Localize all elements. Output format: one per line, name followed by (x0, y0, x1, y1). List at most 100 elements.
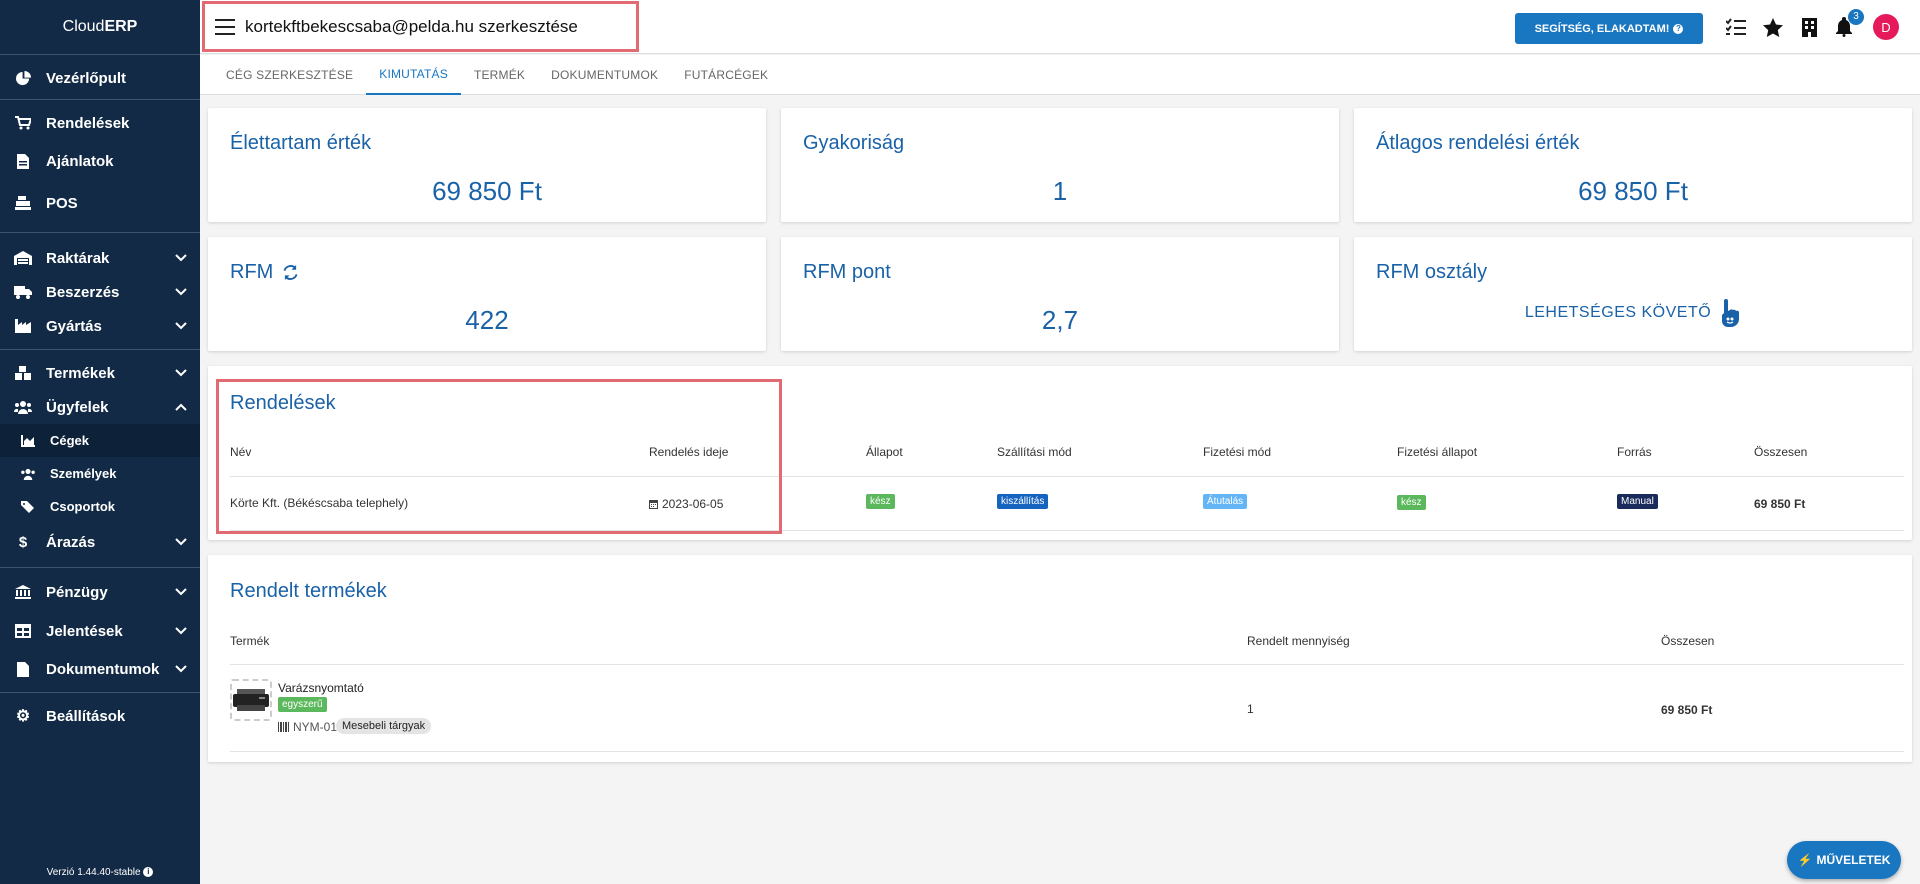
product-quantity: 1 (1247, 702, 1254, 716)
sidebar-item-settings[interactable]: ⚙ Beállítások (0, 699, 200, 733)
topbar: kortekftbekescsaba@pelda.hu szerkesztése… (200, 0, 1920, 54)
sidebar-item-reports[interactable]: Jelentések (0, 610, 200, 652)
info-icon[interactable]: i (143, 867, 154, 878)
chevron-down-icon (174, 319, 188, 333)
stat-card-lifetime-value: Élettartam érték 69 850 Ft (208, 108, 766, 222)
tags-icon (20, 500, 36, 514)
stat-card-average-order-value: Átlagos rendelési érték 69 850 Ft (1354, 108, 1912, 222)
chevron-down-icon (174, 624, 188, 638)
sidebar-item-documents[interactable]: Dokumentumok (0, 652, 200, 686)
sidebar-subitem-groups[interactable]: Csoportok (0, 490, 200, 523)
stat-card-rfm-score: RFM pont 2,7 (781, 237, 1339, 351)
stat-title: Gyakoriság (803, 132, 905, 154)
sidebar-item-dashboard[interactable]: Vezérlőpult (0, 61, 200, 95)
column-header[interactable]: Rendelt mennyiség (1247, 634, 1350, 648)
task-list-icon[interactable] (1725, 16, 1747, 38)
cash-register-icon (14, 195, 32, 211)
chevron-down-icon (174, 662, 188, 676)
sidebar-item-label: POS (46, 194, 78, 212)
sidebar-item-customers[interactable]: Ügyfelek (0, 390, 200, 424)
product-thumbnail[interactable] (230, 679, 272, 721)
column-header[interactable]: Szállítási mód (997, 445, 1072, 459)
sidebar-item-label: Beszerzés (46, 283, 120, 301)
tab-report[interactable]: KIMUTATÁS (366, 55, 461, 95)
shipping-badge: kiszállítás (997, 494, 1049, 509)
cart-icon (14, 115, 32, 131)
sidebar-item-finance[interactable]: Pénzügy (0, 574, 200, 610)
column-header[interactable]: Állapot (866, 445, 903, 459)
stat-title: Átlagos rendelési érték (1376, 132, 1580, 154)
question-icon: ? (1673, 23, 1684, 34)
stat-title: Élettartam érték (230, 132, 372, 154)
tab-couriers[interactable]: FUTÁRCÉGEK (671, 55, 781, 95)
column-header[interactable]: Összesen (1661, 634, 1714, 648)
brand-light: Cloud (62, 18, 105, 35)
sidebar-item-purchasing[interactable]: Beszerzés (0, 275, 200, 309)
stat-card-rfm-class: RFM osztály LEHETSÉGES KÖVETŐ (1354, 237, 1912, 351)
sidebar-subitem-companies[interactable]: Cégek (0, 424, 200, 457)
help-button[interactable]: SEGÍTSÉG, ELAKADTAM! ? (1515, 13, 1703, 44)
column-header[interactable]: Forrás (1617, 445, 1652, 459)
order-total: 69 850 Ft (1754, 497, 1806, 511)
sidebar-item-label: Raktárak (46, 249, 110, 267)
column-header[interactable]: Fizetési mód (1203, 445, 1271, 459)
stat-title: RFM (230, 261, 274, 283)
sidebar: Cloud ERP Vezérlőpult Rendelések Ajánlato… (0, 0, 200, 884)
sidebar-item-label: Ajánlatok (46, 152, 114, 170)
barcode-icon (278, 722, 290, 732)
sidebar-item-label: Jelentések (46, 622, 123, 640)
sidebar-subitem-persons[interactable]: Személyek (0, 457, 200, 490)
product-name[interactable]: Varázsnyomtató (278, 681, 364, 695)
product-category-tag[interactable]: Mesebeli tárgyak (336, 718, 432, 734)
tab-documents[interactable]: DOKUMENTUMOK (538, 55, 671, 95)
rfm-class-value: LEHETSÉGES KÖVETŐ (1524, 304, 1712, 321)
sidebar-item-products[interactable]: Termékek (0, 356, 200, 390)
sidebar-subitem-label: Személyek (50, 466, 117, 481)
sidebar-item-manufacturing[interactable]: Gyártás (0, 309, 200, 343)
users-icon (20, 467, 36, 481)
stat-card-rfm: RFM 422 (208, 237, 766, 351)
column-header[interactable]: Összesen (1754, 445, 1807, 459)
sidebar-item-label: Ügyfelek (46, 398, 109, 416)
table-icon (14, 623, 32, 639)
gear-icon: ⚙ (15, 708, 31, 725)
stat-title: RFM pont (803, 261, 891, 283)
sidebar-item-label: Vezérlőpult (46, 69, 127, 87)
sidebar-item-pricing[interactable]: $ Árazás (0, 523, 200, 561)
sidebar-item-label: Termékek (46, 364, 115, 382)
ordered-products-title: Rendelt termékek (230, 580, 387, 602)
hand-pointing-icon (1719, 299, 1741, 327)
column-header[interactable]: Fizetési állapot (1397, 445, 1477, 459)
column-header[interactable]: Termék (230, 634, 269, 648)
payment-method-badge: Átutalás (1203, 494, 1248, 509)
sidebar-item-warehouses[interactable]: Raktárak (0, 241, 200, 275)
sidebar-item-offers[interactable]: Ajánlatok (0, 140, 200, 182)
avatar[interactable]: D (1873, 14, 1899, 40)
product-sku-cell: NYM-01 (278, 720, 337, 734)
actions-button-label: MŰVELETEK (1816, 853, 1891, 867)
refresh-icon[interactable] (283, 265, 298, 280)
payment-status-badge: kész (1397, 495, 1426, 510)
actions-button[interactable]: ⚡ MŰVELETEK (1787, 841, 1901, 879)
stat-value: 2,7 (1041, 305, 1079, 335)
brand-logo[interactable]: Cloud ERP (0, 0, 200, 54)
product-sku: NYM-01 (293, 720, 338, 734)
lightning-icon: ⚡ (1797, 853, 1813, 867)
tab-product[interactable]: TERMÉK (461, 55, 538, 95)
stat-value: 1 (1052, 176, 1068, 206)
sidebar-subitem-label: Csoportok (50, 499, 115, 514)
menu-icon[interactable] (215, 18, 235, 35)
boxes-icon (14, 365, 32, 381)
bell-icon[interactable]: 3 (1833, 9, 1864, 38)
stat-value: 69 850 Ft (1578, 176, 1688, 206)
star-icon[interactable] (1762, 16, 1784, 38)
sidebar-item-orders[interactable]: Rendelések (0, 106, 200, 140)
document-icon (14, 153, 32, 169)
page-title: kortekftbekescsaba@pelda.hu szerkesztése (245, 16, 578, 36)
sidebar-item-label: Árazás (46, 533, 96, 551)
version-text: Verzió 1.44.40-stable (46, 867, 141, 878)
sidebar-item-pos[interactable]: POS (0, 182, 200, 224)
tab-company-edit[interactable]: CÉG SZERKESZTÉSE (213, 55, 366, 95)
version-info: Verzió 1.44.40-stable i (0, 867, 200, 878)
building-icon[interactable] (1798, 16, 1820, 38)
